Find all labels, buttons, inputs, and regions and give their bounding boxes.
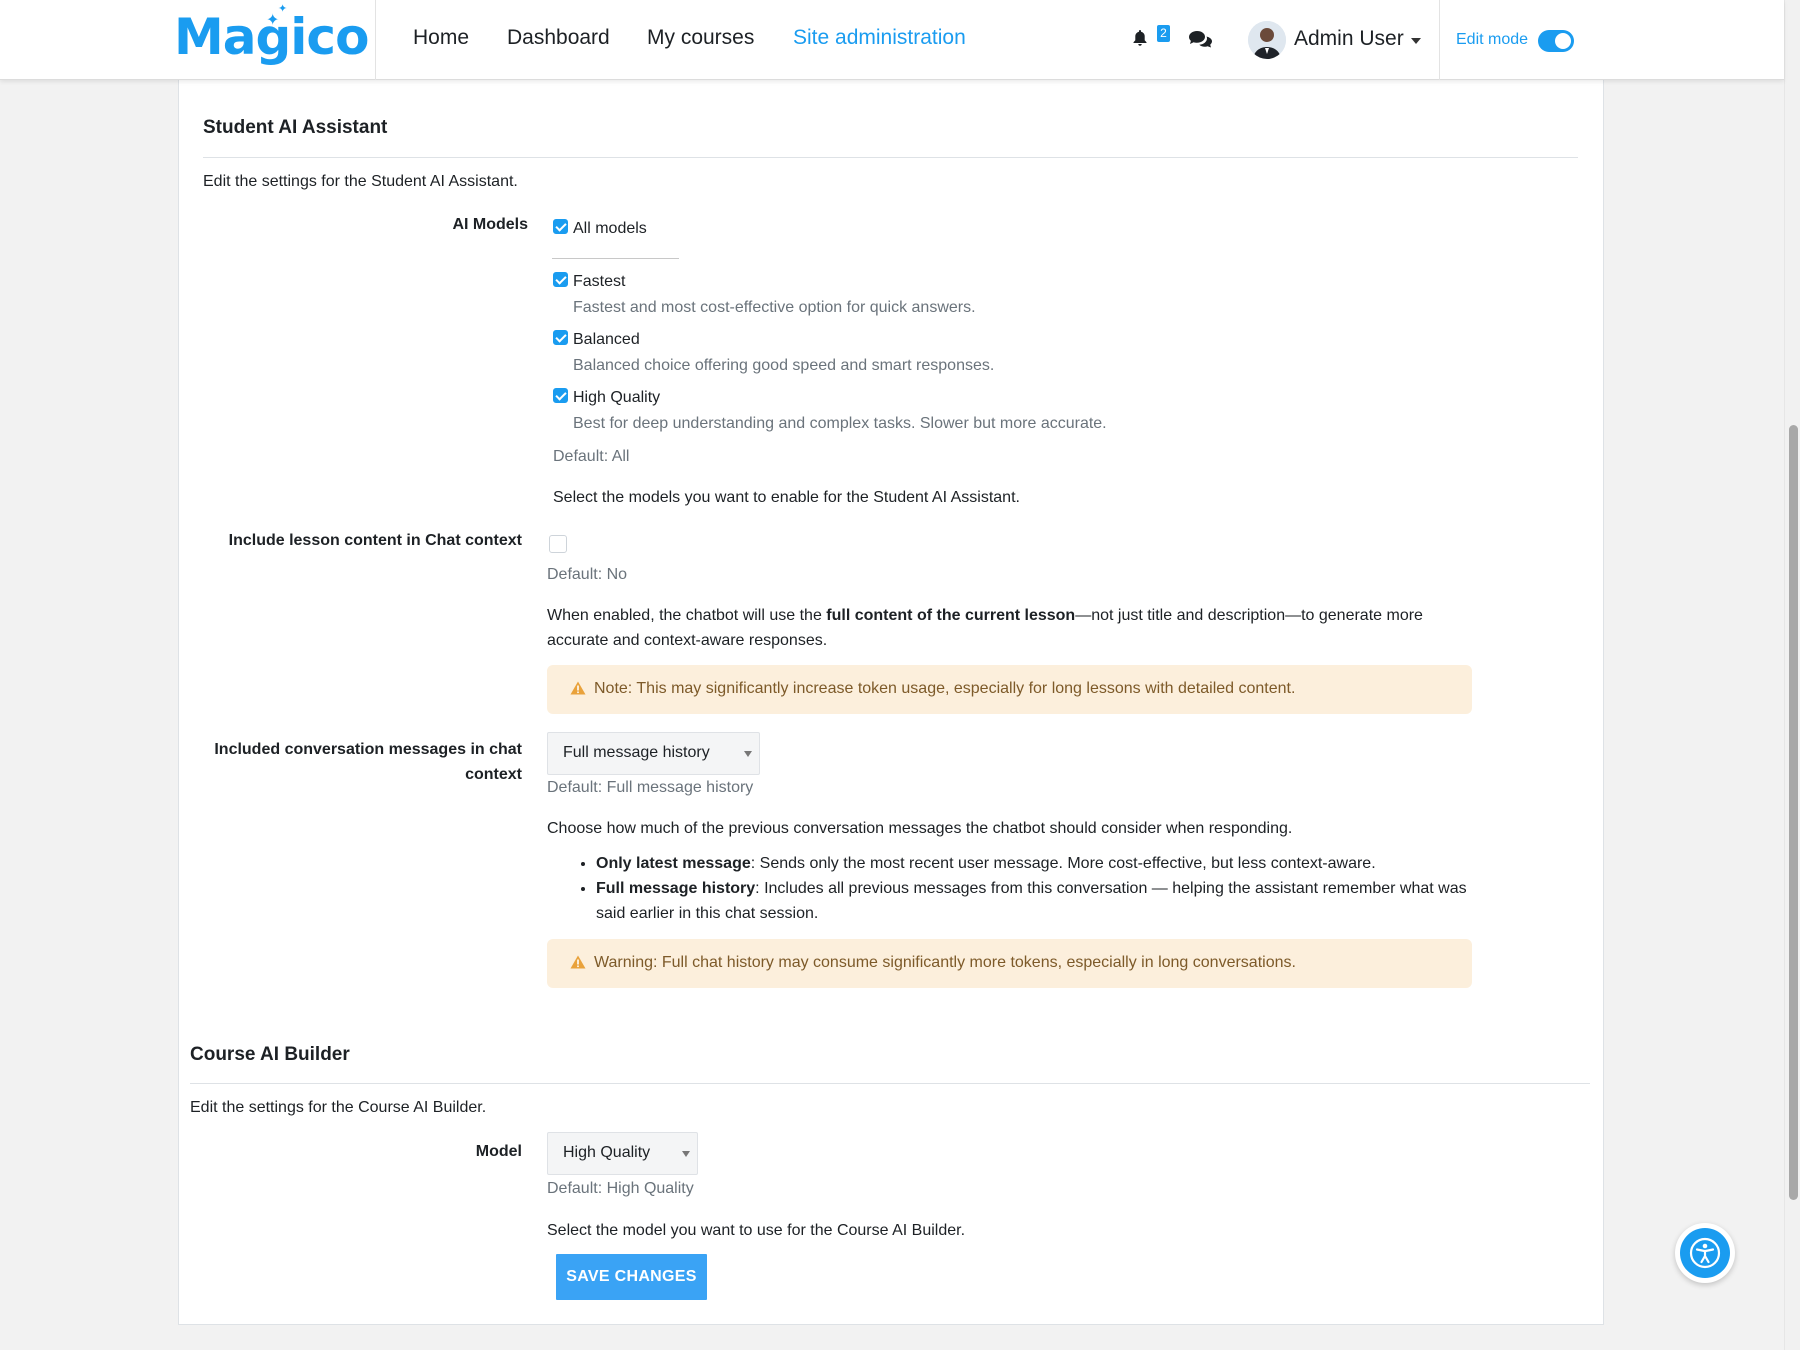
caret-down-icon[interactable] [1411,38,1421,44]
user-menu[interactable]: Admin User [1294,27,1404,51]
lesson-content-help: When enabled, the chatbot will use the f… [547,603,1472,653]
nav-my-courses[interactable]: My courses [647,26,754,50]
accessibility-button[interactable] [1675,1223,1735,1283]
edit-mode-label: Edit mode [1456,31,1529,48]
lesson-note-alert: Note: This may significantly increase to… [547,665,1472,714]
bell-icon[interactable] [1132,29,1148,52]
chevron-down-icon [744,751,752,757]
models-help: Select the models you want to enable for… [553,489,1020,506]
lesson-help-text: When enabled, the chatbot will use the [547,607,827,624]
lesson-content-checkbox[interactable] [549,535,567,553]
student-ai-title: Student AI Assistant [203,117,388,138]
scrollbar-thumb[interactable] [1789,425,1798,1200]
lesson-content-label: Include lesson content in Chat context [228,532,522,549]
model-select-value: High Quality [563,1144,651,1161]
history-label-line2: context [465,766,522,783]
lesson-note-text: Note: This may significantly increase to… [594,680,1296,697]
warning-icon [570,681,586,700]
model-default: Default: High Quality [547,1180,694,1197]
toggle-knob [1555,33,1571,49]
warning-icon [570,955,586,974]
nav-home[interactable]: Home [413,26,469,50]
nav-divider [1439,0,1440,80]
history-select-value: Full message history [563,744,710,761]
option-name: Only latest message [596,855,751,872]
history-select[interactable]: Full message history [547,732,760,775]
history-warning-text: Warning: Full chat history may consume s… [594,954,1296,971]
model-name-balanced: Balanced [573,331,640,348]
option-name: Full message history [596,880,756,897]
page-scrollbar[interactable] [1784,0,1800,1350]
chat-icon[interactable] [1188,30,1212,53]
model-desc-balanced: Balanced choice offering good speed and … [573,357,995,374]
list-item: Full message history: Includes all previ… [596,876,1496,926]
nav-site-administration[interactable]: Site administration [793,26,966,50]
edit-mode-toggle[interactable] [1538,30,1574,52]
save-changes-button[interactable]: SAVE CHANGES [556,1254,707,1300]
all-models-checkbox[interactable] [553,219,568,234]
top-navbar: Magico ✦ ✦ Home Dashboard My courses Sit… [0,0,1784,80]
history-help: Choose how much of the previous conversa… [547,820,1293,837]
course-ai-description: Edit the settings for the Course AI Buil… [190,1099,487,1116]
model-name-fastest: Fastest [573,273,626,290]
all-models-label: All models [573,220,647,237]
section-divider [203,157,1578,158]
nav-dashboard[interactable]: Dashboard [507,26,610,50]
history-label-line1: Included conversation messages in chat [214,741,522,758]
lesson-content-default: Default: No [547,566,628,583]
lesson-help-bold: full content of the current lesson [826,607,1076,624]
model-name-high-quality: High Quality [573,389,661,406]
nav-divider [375,0,376,80]
accessibility-icon [1680,1228,1730,1278]
model-label: Model [475,1143,522,1160]
section-divider [190,1083,1590,1084]
history-default: Default: Full message history [547,779,754,796]
sparkle-icon: ✦ [278,2,287,15]
models-divider [552,258,679,259]
model-help: Select the model you want to use for the… [547,1222,966,1239]
model-select[interactable]: High Quality [547,1132,698,1175]
chevron-down-icon [682,1151,690,1157]
list-item: Only latest message: Sends only the most… [596,851,1496,876]
history-options-list: Only latest message: Sends only the most… [596,851,1496,926]
model-desc-fastest: Fastest and most cost-effective option f… [573,299,976,316]
history-warning-alert: Warning: Full chat history may consume s… [547,939,1472,988]
balanced-checkbox[interactable] [553,330,568,345]
sparkle-icon: ✦ [266,10,279,29]
history-label: Included conversation messages in chat co… [200,737,522,787]
fastest-checkbox[interactable] [553,272,568,287]
avatar[interactable] [1248,21,1286,59]
high-quality-checkbox[interactable] [553,388,568,403]
model-desc-high-quality: Best for deep understanding and complex … [573,415,1107,432]
brand-logo[interactable]: Magico ✦ ✦ [174,2,369,66]
course-ai-title: Course AI Builder [190,1044,350,1065]
ai-models-label: AI Models [452,216,528,233]
option-desc: : Sends only the most recent user messag… [750,855,1376,872]
models-default: Default: All [553,448,630,465]
notification-badge: 2 [1157,25,1170,42]
student-ai-description: Edit the settings for the Student AI Ass… [203,173,518,190]
